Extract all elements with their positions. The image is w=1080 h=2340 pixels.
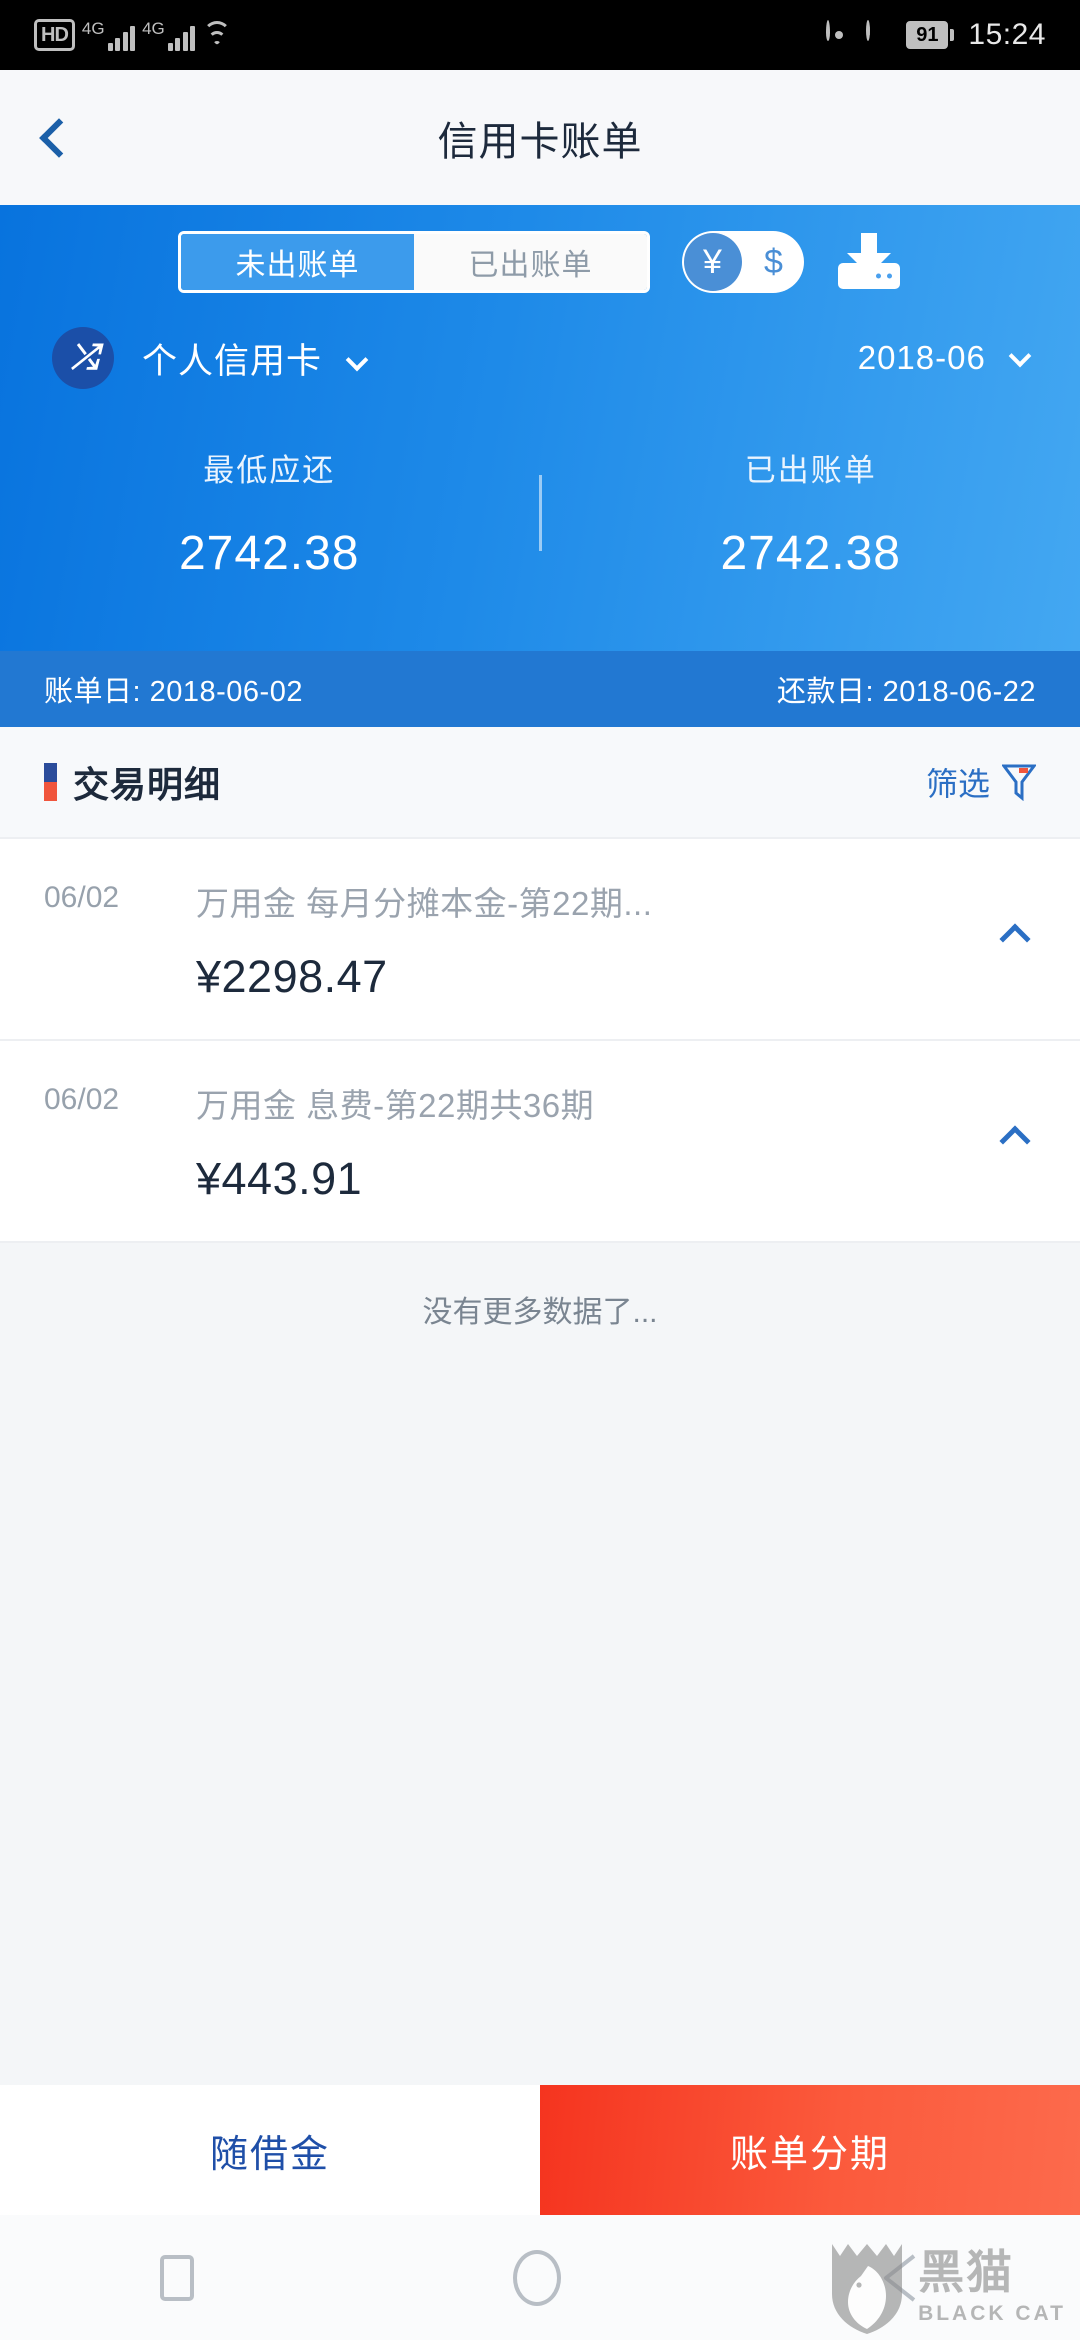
billed-amount-label: 已出账单: [744, 453, 877, 488]
funnel-icon: [1002, 763, 1036, 801]
wifi-icon: [202, 21, 232, 51]
tab-unbilled[interactable]: 未出账单: [181, 234, 414, 290]
android-navigation-bar: 黑猫 BLACK CAT: [0, 2215, 1080, 2340]
black-cat-wordmark: 黑猫 BLACK CAT: [918, 2250, 1066, 2326]
bill-dates-bar: 账单日: 2018-06-02 还款日: 2018-06-22: [0, 651, 1080, 727]
summary-amounts: 最低应还 2742.38 已出账单 2742.38: [0, 389, 1080, 651]
month-selector[interactable]: 2018-06: [857, 339, 1032, 377]
watermark-cn-label: 黑猫: [918, 2247, 1015, 2298]
loan-button[interactable]: 随借金: [0, 2085, 540, 2215]
hero-toolbar: 未出账单 已出账单 ¥ $: [0, 231, 1080, 293]
download-icon[interactable]: [836, 231, 902, 293]
filter-button[interactable]: 筛选: [926, 759, 1036, 805]
transaction-amount: ¥443.91: [196, 1153, 363, 1204]
spd-bank-logo: ⤮: [52, 327, 114, 389]
app-header: 信用卡账单: [0, 70, 1080, 205]
min-payment-label: 最低应还: [203, 453, 336, 488]
statement-date-label: 账单日: 2018-06-02: [44, 676, 303, 708]
table-row[interactable]: 06/02 万用金 每月分摊本金-第22期... ¥2298.47: [0, 839, 1080, 1041]
table-row[interactable]: 06/02 万用金 息费-第22期共36期 ¥443.91: [0, 1041, 1080, 1243]
card-selector-row: ⤮ 个人信用卡 2018-06: [0, 293, 1080, 389]
status-bar-right: 91 15:24: [826, 18, 1046, 52]
card-name-label: 个人信用卡: [142, 341, 323, 381]
watermark-en-label: BLACK CAT: [918, 2302, 1066, 2325]
month-label: 2018-06: [857, 339, 986, 376]
currency-option-usd[interactable]: $: [743, 245, 804, 279]
circle-home-icon[interactable]: [512, 2249, 561, 2306]
sim1-signal-icon: 4G: [81, 19, 136, 51]
due-date-label: 还款日: 2018-06-22: [777, 676, 1036, 708]
sim2-signal-icon: 4G: [142, 19, 196, 51]
transaction-body: 万用金 息费-第22期共36期 ¥443.91: [174, 1079, 1036, 1205]
currency-toggle[interactable]: ¥ $: [682, 231, 804, 293]
summary-billed-amount: 已出账单 2742.38: [542, 445, 1080, 581]
page-title: 信用卡账单: [437, 119, 643, 164]
section-accent-icon: [44, 763, 57, 801]
transaction-body: 万用金 每月分摊本金-第22期... ¥2298.47: [174, 877, 1036, 1003]
bill-status-tabs: 未出账单 已出账单: [178, 231, 650, 293]
eye-care-icon: [826, 20, 852, 48]
installment-button[interactable]: 账单分期: [540, 2085, 1080, 2215]
transaction-date: 06/02: [44, 881, 120, 914]
hd-icon: HD: [34, 19, 75, 51]
transaction-amount: ¥2298.47: [196, 951, 388, 1002]
square-recents-icon[interactable]: [159, 2254, 194, 2301]
phone-screen: HD 4G 4G 91 15:24 信用卡账单 未出账单 已出账单 ¥ $ ⤮ …: [0, 0, 1080, 2340]
sim2-bars-icon: [167, 25, 196, 51]
battery-level-label: 91: [906, 21, 949, 49]
transaction-description: 万用金 息费-第22期共36期: [196, 1087, 595, 1124]
chevron-down-icon: [345, 348, 369, 371]
transaction-section-title: 交易明细: [73, 764, 222, 805]
filter-label: 筛选: [925, 766, 990, 802]
status-bar: HD 4G 4G 91 15:24: [0, 0, 1080, 70]
transaction-section-header: 交易明细 筛选: [0, 727, 1080, 839]
alarm-icon: [866, 20, 892, 48]
empty-space: [0, 1377, 1080, 2085]
transaction-description: 万用金 每月分摊本金-第22期...: [196, 885, 653, 922]
bill-summary-panel: 未出账单 已出账单 ¥ $ ⤮ 个人信用卡 2018-06 最低应还 2742.…: [0, 205, 1080, 727]
download-stem: [861, 233, 877, 255]
end-of-list-label: 没有更多数据了...: [0, 1243, 1080, 1377]
billed-amount-value: 2742.38: [720, 527, 901, 580]
sim1-network-label: 4G: [81, 19, 105, 38]
sim2-network-label: 4G: [142, 19, 165, 38]
sim1-bars-icon: [107, 25, 136, 51]
min-payment-value: 2742.38: [178, 527, 360, 580]
battery-tip: [950, 29, 955, 41]
transaction-list: 06/02 万用金 每月分摊本金-第22期... ¥2298.47 06/02 …: [0, 839, 1080, 1243]
card-selector[interactable]: 个人信用卡: [142, 333, 369, 384]
battery-icon: 91: [906, 21, 955, 49]
download-tray: [838, 263, 900, 289]
clock-label: 15:24: [968, 18, 1046, 51]
summary-min-payment: 最低应还 2742.38: [0, 445, 539, 581]
status-bar-left: HD 4G 4G: [34, 19, 232, 51]
currency-option-cny[interactable]: ¥: [682, 245, 743, 279]
bottom-action-bar: 随借金 账单分期: [0, 2085, 1080, 2215]
tab-billed[interactable]: 已出账单: [414, 234, 647, 290]
transaction-date: 06/02: [44, 1083, 120, 1116]
chevron-down-icon: [1008, 344, 1032, 368]
black-cat-watermark: 黑猫 BLACK CAT: [828, 2240, 1066, 2336]
black-cat-shield-icon: [828, 2240, 906, 2336]
